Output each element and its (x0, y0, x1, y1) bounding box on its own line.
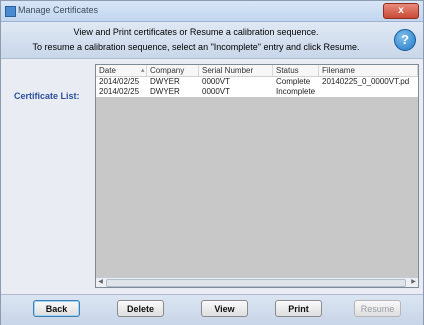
table-row[interactable]: 2014/02/25 DWYER 0000VT Incomplete (96, 87, 418, 97)
instructions-header: View and Print certificates or Resume a … (1, 22, 423, 59)
cell-company: DWYER (150, 77, 180, 86)
cell-status: Complete (276, 77, 311, 86)
column-header-company[interactable]: Company (147, 65, 199, 76)
scrollbar-thumb[interactable] (106, 279, 406, 287)
print-button[interactable]: Print (275, 300, 322, 317)
horizontal-scrollbar[interactable]: ◀ ▶ (96, 277, 418, 287)
title-bar: Manage Certificates x (1, 1, 423, 22)
help-button[interactable]: ? (394, 29, 416, 51)
manage-certificates-window: Manage Certificates x View and Print cer… (0, 0, 424, 325)
scroll-left-icon[interactable]: ◀ (96, 278, 105, 287)
button-bar: Back Delete View Print Resume (1, 294, 423, 325)
column-header-date[interactable]: Date (96, 65, 147, 76)
cell-serial-number: 0000VT (202, 87, 231, 96)
column-header-filename[interactable]: Filename (319, 65, 418, 76)
column-header-status[interactable]: Status (273, 65, 319, 76)
close-button[interactable]: x (383, 3, 419, 19)
sort-arrow-icon: ▴ (141, 67, 145, 74)
cell-date: 2014/02/25 (99, 77, 140, 86)
certificate-list-label: Certificate List: (14, 91, 80, 101)
cell-filename (319, 87, 418, 97)
list-header: Date ▴ Company Serial Number Status File… (96, 65, 418, 77)
resume-button[interactable]: Resume (354, 300, 401, 317)
scroll-right-icon[interactable]: ▶ (409, 278, 418, 287)
view-button[interactable]: View (201, 300, 248, 317)
cell-status: Incomplete (276, 87, 316, 96)
cell-company: DWYER (150, 87, 180, 96)
cell-date: 2014/02/25 (99, 87, 140, 96)
delete-button[interactable]: Delete (117, 300, 164, 317)
certificate-list[interactable]: Date ▴ Company Serial Number Status File… (95, 64, 419, 288)
table-row[interactable]: 2014/02/25 DWYER 0000VT Complete 2014022… (96, 77, 418, 87)
cell-serial-number: 0000VT (202, 77, 231, 86)
column-header-serial-number[interactable]: Serial Number (199, 65, 273, 76)
cell-filename: 20140225_0_0000VT.pd (322, 77, 410, 86)
app-icon (5, 6, 16, 17)
back-button[interactable]: Back (33, 300, 80, 317)
instruction-line-2: To resume a calibration sequence, select… (32, 42, 360, 52)
instruction-line-1: View and Print certificates or Resume a … (73, 27, 319, 37)
window-title: Manage Certificates (18, 5, 99, 15)
